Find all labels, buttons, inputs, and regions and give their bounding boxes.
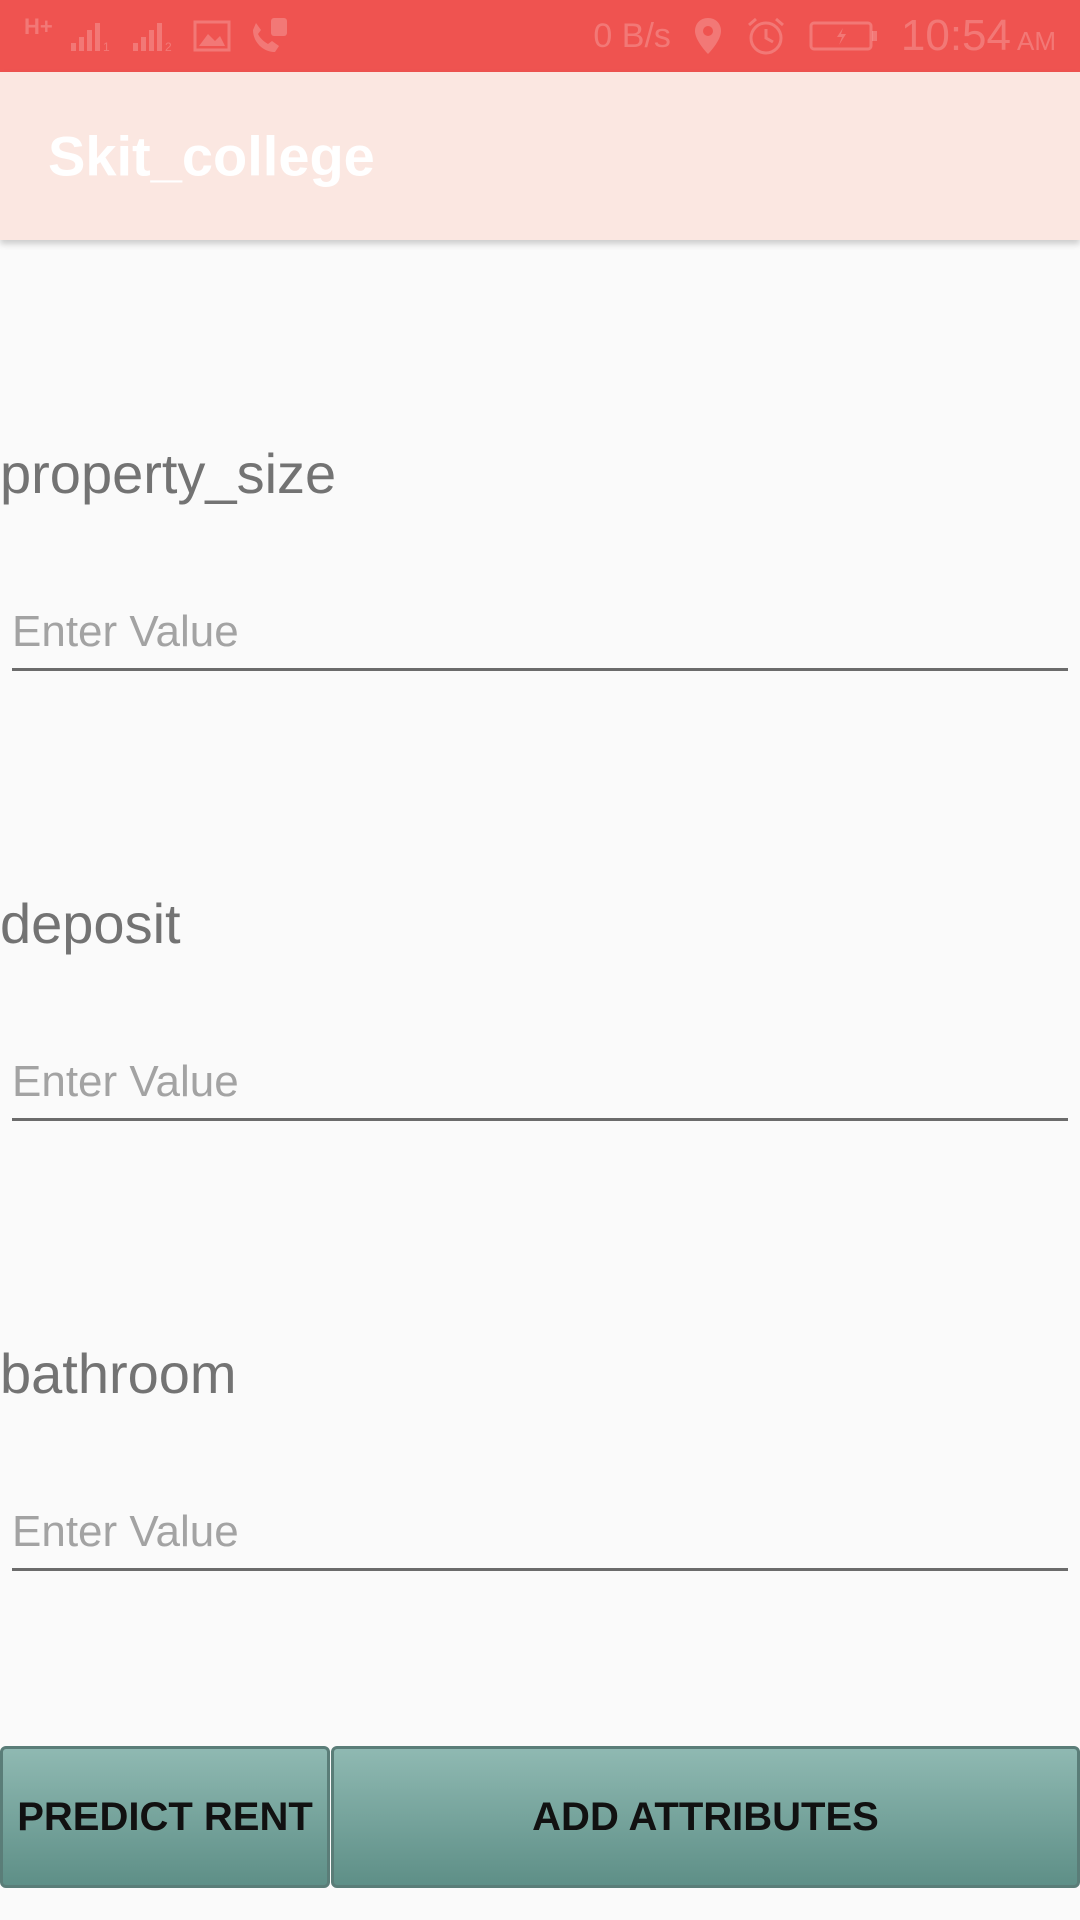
property-size-label: property_size	[0, 442, 337, 505]
signal-2-label: 2	[165, 40, 172, 53]
gallery-icon	[193, 19, 231, 53]
app-bar: Skit_college	[0, 72, 1080, 240]
signal-icon: 1	[69, 19, 115, 53]
deposit-input[interactable]	[12, 1046, 1068, 1121]
status-right: 0 B/s 10:54 AM	[593, 0, 1056, 72]
deposit-label: deposit	[0, 892, 181, 955]
signal-1-label: 1	[103, 40, 110, 53]
status-bar: H+ 1 2 0 B/s 10:54 AM	[0, 0, 1080, 72]
location-icon	[693, 16, 723, 56]
battery-icon	[809, 19, 879, 53]
bathroom-label: bathroom	[0, 1342, 237, 1405]
alarm-icon	[745, 15, 787, 57]
screen: H+ 1 2 0 B/s 10:54 AM Skit_college prope…	[0, 0, 1080, 1920]
clock-time: 10:54	[900, 11, 1011, 60]
property-size-input[interactable]	[12, 596, 1068, 671]
status-left: H+ 1 2	[24, 0, 291, 72]
app-title: Skit_college	[48, 124, 375, 188]
signal-icon: 2	[131, 19, 177, 53]
add-attributes-button[interactable]: ADD ATTRIBUTES	[331, 1746, 1080, 1888]
missed-call-icon	[247, 16, 291, 56]
network-type: H+	[24, 14, 53, 39]
net-speed: 0 B/s	[593, 16, 671, 55]
predict-rent-button[interactable]: PREDICT RENT	[0, 1746, 330, 1888]
bathroom-input[interactable]	[12, 1496, 1068, 1571]
clock-ampm: AM	[1017, 26, 1056, 56]
clock: 10:54 AM	[901, 11, 1056, 61]
